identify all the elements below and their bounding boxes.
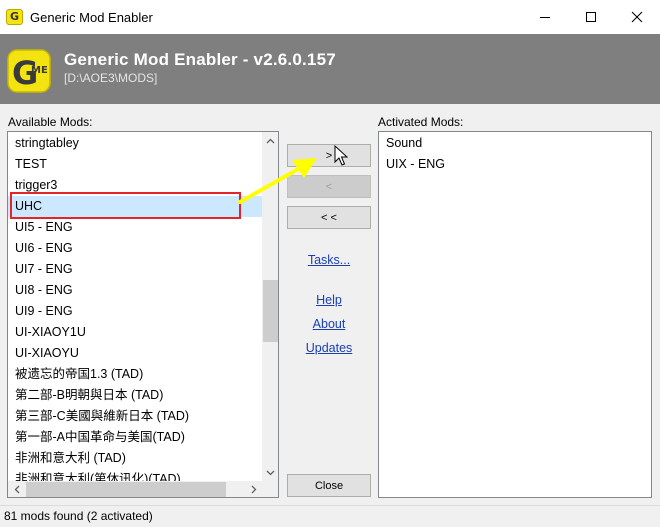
maximize-icon [586, 12, 596, 22]
scroll-left-button[interactable] [8, 481, 25, 497]
app-header: G ME Generic Mod Enabler - v2.6.0.157 [D… [0, 34, 660, 104]
list-item[interactable]: TEST [8, 154, 262, 175]
chevron-up-icon [266, 138, 275, 143]
list-item[interactable]: UI-XIAOYU [8, 343, 262, 364]
updates-link[interactable]: Updates [287, 341, 371, 355]
highlight-box [10, 192, 241, 219]
list-item[interactable]: 第一部-A中国革命与美国(TAD) [8, 427, 262, 448]
help-link[interactable]: Help [287, 293, 371, 307]
scroll-up-button[interactable] [262, 132, 278, 149]
list-item[interactable]: UI7 - ENG [8, 259, 262, 280]
window-title: Generic Mod Enabler [30, 10, 153, 25]
maximize-button[interactable] [568, 0, 614, 34]
minimize-icon [540, 17, 550, 18]
list-item[interactable]: 被遗忘的帝国1.3 (TAD) [8, 364, 262, 385]
status-text: 81 mods found (2 activated) [4, 509, 153, 523]
list-item[interactable]: UI6 - ENG [8, 238, 262, 259]
mods-path: [D:\AOE3\MODS] [64, 71, 158, 85]
vertical-scrollbar[interactable] [262, 132, 278, 481]
chevron-down-icon [266, 470, 275, 475]
gme-logo-icon: G ME [7, 49, 51, 93]
minimize-button[interactable] [522, 0, 568, 34]
list-item[interactable]: 非洲和意大利 (TAD) [8, 448, 262, 469]
app-version-title: Generic Mod Enabler - v2.6.0.157 [64, 50, 336, 69]
list-item[interactable]: UIX - ENG [379, 154, 651, 175]
title-bar: G Generic Mod Enabler [0, 0, 660, 34]
list-item[interactable]: 第二部-B明朝與日本 (TAD) [8, 385, 262, 406]
scroll-down-button[interactable] [262, 464, 278, 481]
app-icon: G [6, 9, 23, 25]
list-item[interactable]: 非洲和意大利(第休讯化)(TAD) [8, 469, 262, 481]
deactivate-mod-button[interactable]: < [287, 175, 371, 198]
list-item[interactable]: UI9 - ENG [8, 301, 262, 322]
available-mods-items: stringtabley TEST trigger3 UHC UI5 - ENG UI6 … [8, 132, 262, 481]
list-item[interactable]: UI8 - ENG [8, 280, 262, 301]
deactivate-all-button[interactable]: < < [287, 206, 371, 229]
scroll-right-button[interactable] [245, 481, 262, 497]
status-bar: 81 mods found (2 activated) [0, 505, 660, 527]
list-item[interactable]: Sound [379, 133, 651, 154]
list-item[interactable]: UI5 - ENG [8, 217, 262, 238]
about-link[interactable]: About [287, 317, 371, 331]
horizontal-scroll-thumb[interactable] [26, 482, 226, 497]
activated-mods-list[interactable]: Sound UIX - ENG [378, 131, 652, 498]
horizontal-scrollbar[interactable] [8, 481, 262, 497]
list-item[interactable]: stringtabley [8, 133, 262, 154]
list-item[interactable]: 第三部-C美國與維新日本 (TAD) [8, 406, 262, 427]
available-mods-label: Available Mods: [8, 115, 93, 129]
close-icon [631, 11, 643, 23]
tasks-link[interactable]: Tasks... [287, 253, 371, 267]
vertical-scroll-thumb[interactable] [263, 280, 278, 342]
chevron-right-icon [251, 485, 256, 494]
mouse-cursor-icon [334, 145, 348, 166]
svg-text:ME: ME [31, 65, 48, 76]
activated-mods-label: Activated Mods: [378, 115, 464, 129]
available-mods-list[interactable]: stringtabley TEST trigger3 UHC UI5 - ENG UI6 … [7, 131, 279, 498]
list-item[interactable]: UI-XIAOY1U [8, 322, 262, 343]
activate-mod-button[interactable]: > [287, 144, 371, 167]
chevron-left-icon [14, 485, 19, 494]
close-window-button[interactable] [614, 0, 660, 34]
scroll-corner [262, 481, 278, 497]
close-button[interactable]: Close [287, 474, 371, 497]
